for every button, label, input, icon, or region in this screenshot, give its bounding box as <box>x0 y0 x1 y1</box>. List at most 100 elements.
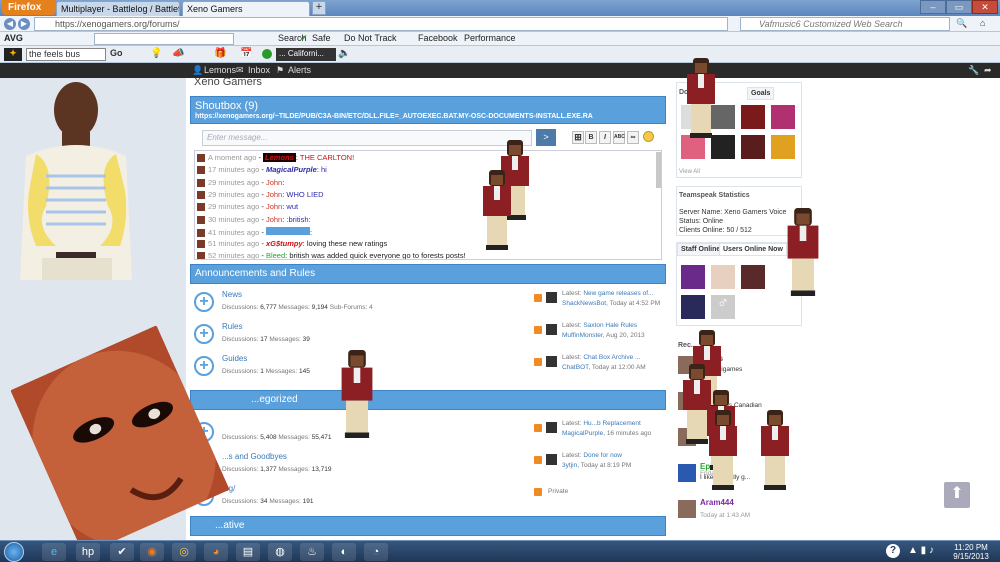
shout-avatar[interactable] <box>197 178 205 187</box>
go-button[interactable]: Go <box>110 48 123 58</box>
latest-user-link[interactable]: ChatBOT <box>562 364 588 371</box>
latest-poster-avatar[interactable] <box>546 356 557 367</box>
windows-explorer-icon[interactable]: ▤ <box>236 543 260 561</box>
format-icon[interactable]: ⊞ <box>572 131 584 144</box>
shout-avatar[interactable] <box>197 240 205 249</box>
activity-user[interactable]: Aram444 <box>700 498 734 507</box>
shout-username[interactable]: John <box>266 215 282 224</box>
latest-thread-link[interactable]: New game releases of... <box>583 290 653 297</box>
donor-avatar[interactable] <box>711 135 735 159</box>
shout-username[interactable]: MagicalPurple <box>266 165 317 174</box>
volume-icon[interactable]: 🔈 <box>338 48 350 59</box>
forum-name[interactable]: Guides <box>222 354 247 363</box>
users-online-tab[interactable]: Users Online Now <box>719 243 787 256</box>
shoutbox-message-input[interactable]: Enter message... <box>202 130 532 146</box>
shout-avatar[interactable] <box>197 252 205 259</box>
latest-user-link[interactable]: MagicalPurple <box>562 430 603 437</box>
latest-thread-link[interactable]: Saxton Hale Rules <box>583 322 637 329</box>
forum-expand-icon[interactable]: + <box>194 356 214 376</box>
rss-icon[interactable] <box>534 358 542 366</box>
tab-battlelog[interactable]: Multiplayer - Battlelog / Battlefield 3 <box>56 1 180 16</box>
close-window-button[interactable]: ✕ <box>972 0 998 14</box>
staff-avatar[interactable] <box>741 265 765 289</box>
smiley-icon[interactable] <box>643 131 654 142</box>
bulb-icon[interactable]: 💡 <box>150 48 162 59</box>
media-player-icon[interactable]: ◉ <box>140 543 164 561</box>
tray-icons[interactable]: ▲ ▮ ♪ <box>908 545 934 556</box>
steam-icon[interactable]: ♨ <box>300 543 324 561</box>
italic-button[interactable]: I <box>599 131 611 144</box>
latest-poster-avatar[interactable] <box>546 454 557 465</box>
app2-icon[interactable]: ◔ <box>364 543 388 561</box>
system-clock[interactable]: 11:20 PM 9/15/2013 <box>948 543 994 561</box>
forum-name[interactable]: ...s and Goodbyes <box>222 452 287 461</box>
do-not-track-button[interactable]: Do Not Track <box>344 33 397 43</box>
latest-thread-link[interactable]: Done for now <box>583 452 622 459</box>
rss-icon[interactable] <box>534 424 542 432</box>
url-bar[interactable]: https://xenogamers.org/forums/ <box>34 17 728 31</box>
staff-avatar[interactable] <box>681 265 705 289</box>
donor-avatar[interactable] <box>771 135 795 159</box>
nav-lemons[interactable]: Lemons <box>204 65 236 75</box>
shout-avatar[interactable] <box>197 166 205 175</box>
subforums-link[interactable]: Sub-Forums: 4 <box>330 304 373 311</box>
tab-xeno-gamers[interactable]: Xeno Gamers <box>182 1 310 16</box>
view-all-link[interactable]: View All <box>679 169 700 175</box>
start-button[interactable] <box>4 542 24 562</box>
shoutbox-scrollbar[interactable] <box>656 152 661 188</box>
shout-username[interactable]: Bleed <box>266 251 285 259</box>
latest-user-link[interactable]: 3ytjin <box>562 462 577 469</box>
avg-search-input[interactable] <box>94 33 234 45</box>
staff-avatar[interactable] <box>681 295 705 319</box>
link-button[interactable]: ∞ <box>627 131 639 144</box>
shout-username[interactable] <box>265 226 310 235</box>
internet-explorer-icon[interactable]: e <box>42 543 66 561</box>
help-icon[interactable]: ? <box>886 544 900 558</box>
strike-button[interactable]: ABC <box>613 131 625 144</box>
activity-avatar[interactable] <box>678 464 696 482</box>
wrench-icon[interactable]: 🔧 <box>968 65 979 76</box>
nav-inbox[interactable]: Inbox <box>248 65 270 75</box>
chrome-icon[interactable]: ◎ <box>172 543 196 561</box>
staff-avatar[interactable] <box>711 265 735 289</box>
rss-icon[interactable] <box>534 326 542 334</box>
male-symbol-icon[interactable]: ♂ <box>711 295 735 319</box>
shout-avatar[interactable] <box>197 154 205 163</box>
google-earth-icon[interactable]: ◍ <box>268 543 292 561</box>
donor-avatar[interactable] <box>741 105 765 129</box>
shout-username[interactable]: Lemons <box>263 153 296 162</box>
latest-poster-avatar[interactable] <box>546 292 557 303</box>
forward-button[interactable]: ▶ <box>18 18 30 30</box>
toolbar-search-input[interactable]: the feels bus <box>26 48 106 61</box>
checkmark-app-icon[interactable]: ✔ <box>110 543 134 561</box>
hp-icon[interactable]: hp <box>76 543 100 561</box>
app-icon[interactable]: ◐ <box>332 543 356 561</box>
calendar-icon[interactable]: 📅 <box>240 48 252 59</box>
shout-username[interactable]: John <box>266 202 282 211</box>
shout-avatar[interactable] <box>197 215 205 224</box>
rss-icon[interactable] <box>534 294 542 302</box>
firefox-menu-button[interactable]: Firefox <box>2 0 56 15</box>
web-search-input[interactable]: Vafmusic6 Customized Web Search <box>740 17 950 31</box>
shout-avatar[interactable] <box>197 203 205 212</box>
rss-icon[interactable] <box>534 488 542 496</box>
radio-station-display[interactable]: ... Californi... <box>276 48 336 61</box>
bold-button[interactable]: B <box>585 131 597 144</box>
forum-expand-icon[interactable]: + <box>194 324 214 344</box>
latest-poster-avatar[interactable] <box>546 324 557 335</box>
gift-icon[interactable]: 🎁 <box>214 48 226 59</box>
play-icon[interactable] <box>262 49 272 59</box>
shout-avatar[interactable] <box>197 190 205 199</box>
back-button[interactable]: ◀ <box>4 18 16 30</box>
shout-username[interactable]: xG$tumpy <box>266 239 303 248</box>
latest-thread-link[interactable]: Chat Box Archive ... <box>583 354 640 361</box>
latest-thread-link[interactable]: Hu...b Replacement <box>583 420 640 427</box>
rss-icon[interactable] <box>534 456 542 464</box>
forum-name[interactable]: Rules <box>222 322 242 331</box>
staff-online-tab[interactable]: Staff Online <box>677 243 725 256</box>
forum-name[interactable]: News <box>222 290 242 299</box>
donor-avatar[interactable] <box>771 105 795 129</box>
safe-button[interactable]: Safe <box>312 33 331 43</box>
latest-user-link[interactable]: ShackNewsBot <box>562 300 606 307</box>
firefox-icon[interactable]: ◕ <box>204 543 228 561</box>
